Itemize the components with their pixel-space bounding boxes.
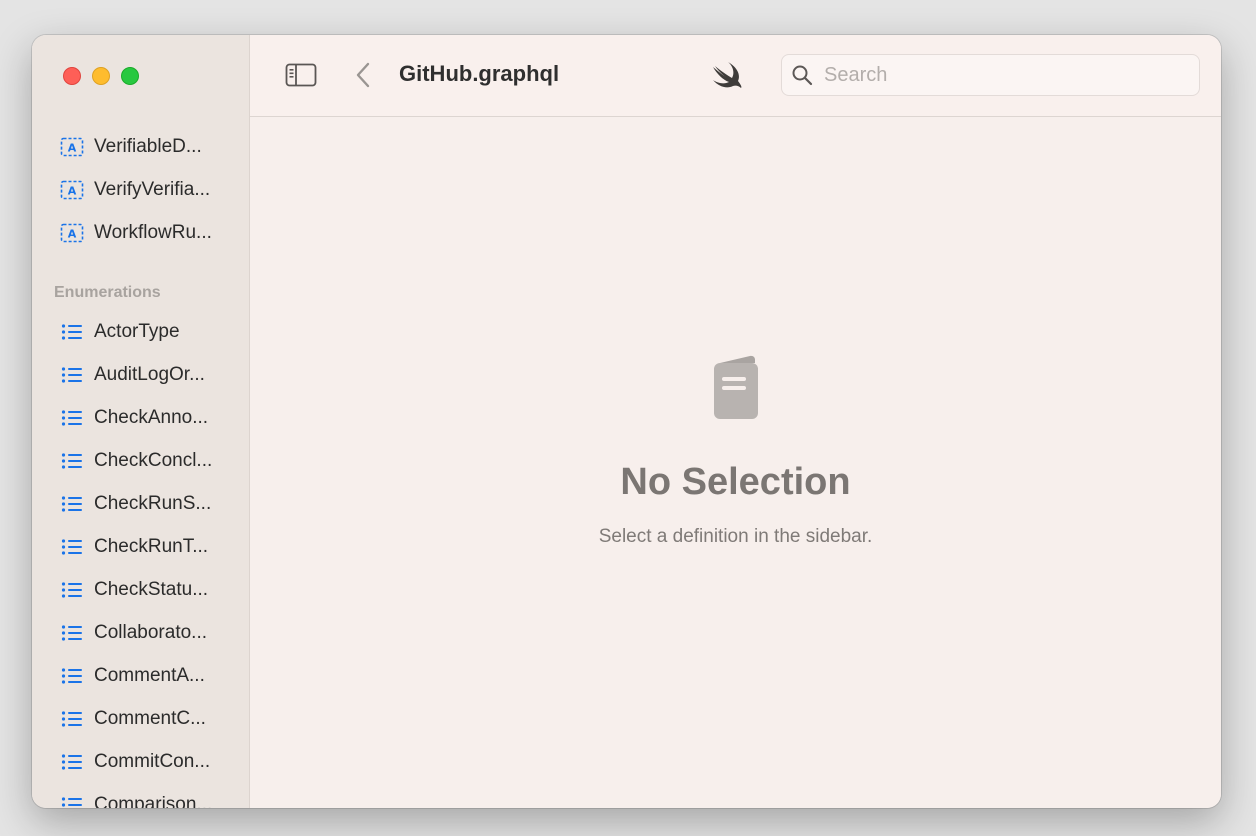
list-icon bbox=[60, 794, 84, 809]
empty-state-heading: No Selection bbox=[620, 461, 851, 503]
list-icon bbox=[60, 407, 84, 429]
sidebar-item-label: ActorType bbox=[94, 320, 180, 342]
sidebar-item-label: VerifyVerifia... bbox=[94, 178, 211, 200]
list-icon bbox=[60, 364, 84, 386]
section-header-enumerations: Enumerations bbox=[54, 284, 161, 301]
swift-button[interactable] bbox=[711, 60, 743, 90]
document-icon bbox=[713, 355, 758, 419]
close-window-button[interactable] bbox=[63, 67, 81, 85]
sidebar-item[interactable]: CheckRunT... bbox=[32, 525, 249, 568]
sidebar-item[interactable]: CheckConcl... bbox=[32, 439, 249, 482]
sidebar-item-label: CheckStatu... bbox=[94, 578, 209, 600]
empty-state: No Selection Select a definition in the … bbox=[250, 355, 1221, 548]
sidebar: A VerifiableD... A VerifyVerifia... A Wo… bbox=[32, 35, 250, 808]
back-button[interactable] bbox=[352, 61, 374, 89]
list-icon bbox=[60, 665, 84, 687]
svg-text:A: A bbox=[68, 184, 77, 197]
sidebar-item-label: CommentA... bbox=[94, 664, 205, 686]
empty-state-message: Select a definition in the sidebar. bbox=[598, 526, 873, 547]
zoom-window-button[interactable] bbox=[121, 67, 139, 85]
sidebar-list: A VerifiableD... A VerifyVerifia... A Wo… bbox=[32, 125, 249, 809]
app-window: A VerifiableD... A VerifyVerifia... A Wo… bbox=[32, 35, 1221, 808]
swift-logo-icon bbox=[713, 62, 742, 88]
chevron-left-icon bbox=[356, 62, 370, 88]
sidebar-item[interactable]: CommitCon... bbox=[32, 740, 249, 783]
input-object-icon: A bbox=[60, 222, 84, 244]
sidebar-item-label: Collaborato... bbox=[94, 621, 208, 643]
sidebar-item-label: Comparison... bbox=[94, 793, 213, 809]
sidebar-item-label: CheckAnno... bbox=[94, 406, 209, 428]
minimize-window-button[interactable] bbox=[92, 67, 110, 85]
list-icon bbox=[60, 579, 84, 601]
sidebar-item[interactable]: CommentC... bbox=[32, 697, 249, 740]
search-icon bbox=[792, 65, 813, 86]
search-field[interactable] bbox=[781, 54, 1200, 96]
sidebar-item[interactable]: A WorkflowRu... bbox=[32, 211, 249, 254]
sidebar-item[interactable]: AuditLogOr... bbox=[32, 353, 249, 396]
sidebar-item-label: AuditLogOr... bbox=[94, 363, 205, 385]
sidebar-item[interactable]: Comparison... bbox=[32, 783, 249, 808]
list-icon bbox=[60, 708, 84, 730]
sidebar-item[interactable]: ActorType bbox=[32, 310, 249, 353]
list-icon bbox=[60, 622, 84, 644]
sidebar-item[interactable]: A VerifyVerifia... bbox=[32, 168, 249, 211]
svg-text:A: A bbox=[68, 227, 77, 240]
input-object-icon: A bbox=[60, 179, 84, 201]
list-icon bbox=[60, 450, 84, 472]
search-input[interactable] bbox=[822, 62, 1186, 88]
sidebar-item-label: CheckRunS... bbox=[94, 492, 212, 514]
list-icon bbox=[60, 751, 84, 773]
sidebar-item[interactable]: CommentA... bbox=[32, 654, 249, 697]
svg-text:A: A bbox=[68, 141, 77, 154]
list-icon bbox=[60, 493, 84, 515]
toggle-sidebar-button[interactable] bbox=[285, 63, 317, 87]
sidebar-item[interactable]: CheckAnno... bbox=[32, 396, 249, 439]
sidebar-left-icon bbox=[285, 63, 317, 87]
document-title: GitHub.graphql bbox=[399, 61, 560, 86]
window-controls bbox=[63, 67, 139, 85]
sidebar-item-label: CommentC... bbox=[94, 707, 206, 729]
sidebar-item-label: WorkflowRu... bbox=[94, 221, 212, 243]
sidebar-item-label: CheckConcl... bbox=[94, 449, 213, 471]
sidebar-item[interactable]: A VerifiableD... bbox=[32, 125, 249, 168]
input-object-icon: A bbox=[60, 136, 84, 158]
detail-pane: No Selection Select a definition in the … bbox=[250, 117, 1221, 808]
sidebar-item[interactable]: Collaborato... bbox=[32, 611, 249, 654]
sidebar-item[interactable]: CheckRunS... bbox=[32, 482, 249, 525]
sidebar-item-label: CommitCon... bbox=[94, 750, 211, 772]
sidebar-item-label: VerifiableD... bbox=[94, 135, 202, 157]
sidebar-item[interactable]: CheckStatu... bbox=[32, 568, 249, 611]
sidebar-item-label: CheckRunT... bbox=[94, 535, 209, 557]
toolbar: GitHub.graphql bbox=[250, 35, 1221, 117]
list-icon bbox=[60, 321, 84, 343]
list-icon bbox=[60, 536, 84, 558]
